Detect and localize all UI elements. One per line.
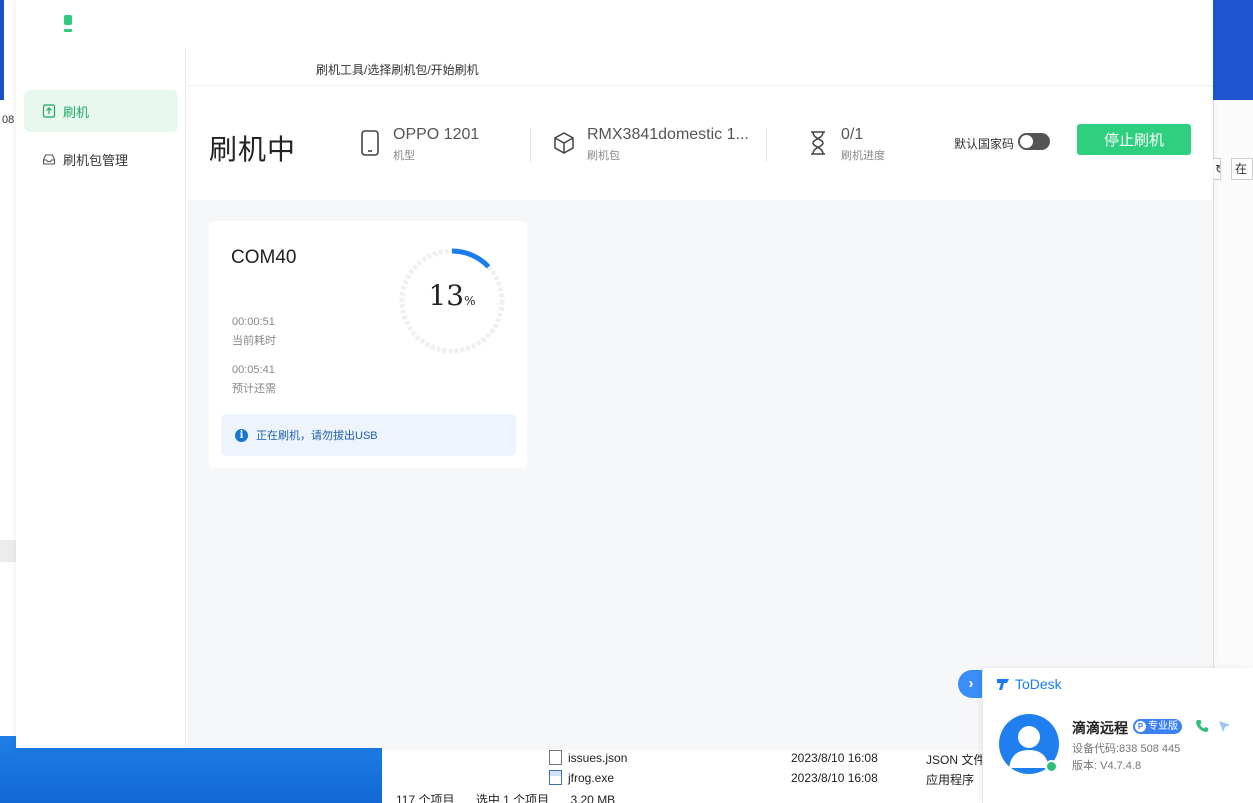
todesk-brand: ToDesk [996,676,1062,692]
sidebar: 刷机 刷机包管理 [16,48,186,748]
phone-call-icon[interactable] [1195,719,1209,733]
file-name: jfrog.exe [568,771,615,785]
stop-flash-button[interactable]: 停止刷机 [1077,124,1191,155]
hourglass-icon [811,131,825,155]
todesk-collapse-button[interactable]: › [958,670,984,698]
remote-control-cursor-icon[interactable] [1218,720,1231,733]
selected-count: 选中 1 个项目 [475,793,550,803]
todesk-brand-name: ToDesk [1015,676,1062,692]
toggle-knob [1020,135,1033,148]
progress-percent-number: 13 [428,279,465,312]
progress-percent: 13% [397,279,507,312]
phone-icon [361,130,379,156]
progress-label: 刷机进度 [841,150,885,162]
remaining-time-label: 预计还需 [232,383,276,395]
flash-notice: i 正在刷机，请勿拔出USB [221,414,516,456]
app-logo-icon [64,15,72,35]
online-status-icon [1045,760,1058,773]
todesk-user-name: 滴滴远程 [1072,720,1128,736]
desktop-wallpaper-strip-right [1213,0,1253,100]
pro-badge: P 专业版 [1133,719,1182,734]
inbox-icon [42,154,56,165]
flash-status-header: 刷机中 OPPO 1201 机型 RMX3841domestic 1... 刷机… [187,85,1213,200]
progress-value: 0/1 [841,126,864,143]
sidebar-item-label: 刷机 [63,104,90,120]
background-search-box[interactable]: 在 [1231,158,1253,180]
divider [530,128,531,162]
divider [766,128,767,162]
file-date: 2023/8/10 16:08 [791,771,878,785]
pro-badge-letter: P [1135,721,1146,732]
default-country-code-label: 默认国家码 [954,137,1015,151]
sidebar-item-package-manager[interactable]: 刷机包管理 [24,138,178,180]
background-left-band [0,540,16,562]
background-left-text: 08 [2,114,15,126]
default-country-code-toggle[interactable] [1018,133,1050,150]
file-row[interactable]: jfrog.exe 2023/8/10 16:08 应用程序 [382,768,982,788]
file-type: 应用程序 [926,773,975,787]
box-icon [554,132,574,154]
notice-text: 正在刷机，请勿拔出USB [256,430,378,442]
todesk-widget: ToDesk 滴滴远程 P 专业版 设备代码:838 508 445 版本: V4… [982,668,1253,803]
upload-file-icon [42,104,56,118]
file-date: 2023/8/10 16:08 [791,751,878,765]
sidebar-item-flash[interactable]: 刷机 [24,90,178,132]
progress-percent-unit: % [464,294,476,308]
model-label: 机型 [393,150,415,162]
json-file-icon [549,750,562,765]
file-row[interactable]: issues.json 2023/8/10 16:08 JSON 文件 [382,748,986,768]
device-port: COM40 [231,247,297,268]
sidebar-item-label: 刷机包管理 [63,152,129,168]
package-value: RMX3841domestic 1... [587,126,749,143]
elapsed-time-label: 当前耗时 [232,335,276,347]
pro-badge-label: 专业版 [1148,721,1178,732]
content-area: COM40 00:00:51 当前耗时 00:05:41 预计还需 13% i … [187,200,1213,748]
page-title: 刷机中 [209,134,297,165]
file-explorer-fragment: issues.json 2023/8/10 16:08 JSON 文件 jfro… [382,748,986,803]
package-label: 刷机包 [587,150,620,162]
flash-tool-window: 刷机 刷机包管理 刷机工具/选择刷机包/开始刷机 刷机中 OPPO 1201 机… [16,0,1213,748]
exe-file-icon [549,770,562,785]
todesk-logo-icon [997,679,1009,690]
remaining-time-value: 00:05:41 [232,364,275,376]
info-icon: i [235,428,248,442]
explorer-status-bar: 117 个项目 选中 1 个项目 3.20 MB [396,791,633,803]
file-type: JSON 文件 [926,753,986,767]
breadcrumb: 刷机工具/选择刷机包/开始刷机 [316,63,479,77]
desktop-wallpaper-strip [0,0,4,100]
elapsed-time-value: 00:00:51 [232,316,275,328]
model-value: OPPO 1201 [393,126,480,143]
item-count: 117 个项目 [396,793,455,803]
device-code: 设备代码:838 508 445 [1072,743,1181,755]
device-card: COM40 00:00:51 当前耗时 00:05:41 预计还需 13% i … [209,221,527,468]
app-version: 版本: V4.7.4.8 [1072,760,1142,772]
selected-size: 3.20 MB [570,793,616,803]
file-name: issues.json [568,751,628,765]
